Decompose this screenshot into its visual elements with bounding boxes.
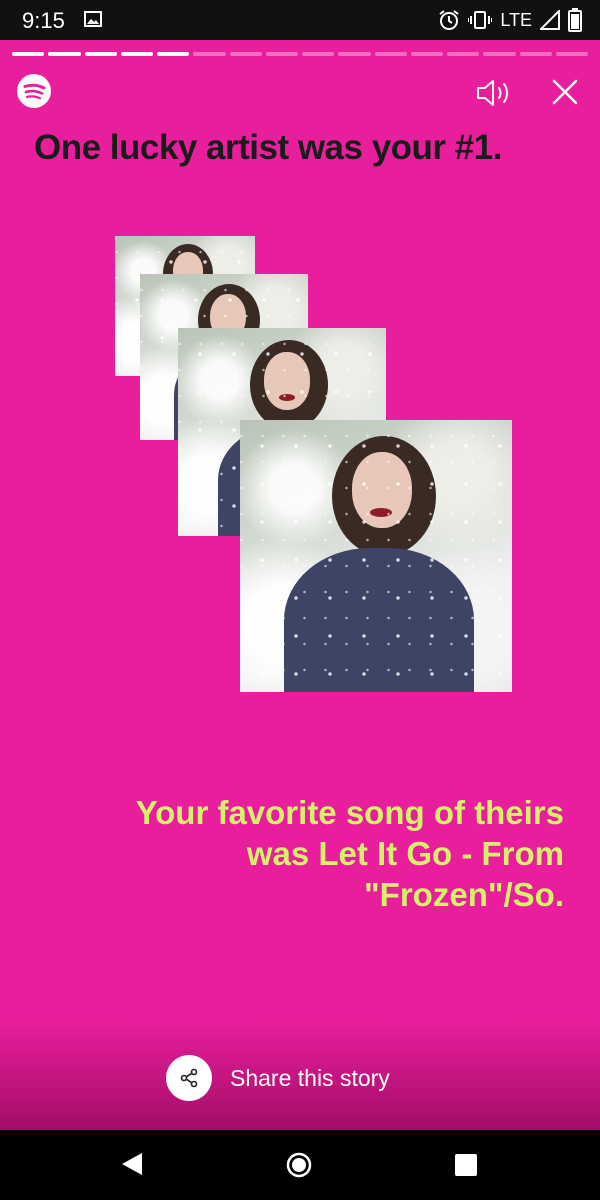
progress-segment: [265, 52, 298, 56]
progress-segment: [84, 52, 117, 56]
progress-segment: [229, 52, 262, 56]
story-progress-bar: [12, 52, 588, 56]
status-bar: 9:15 LTE: [0, 0, 600, 40]
progress-segment: [447, 52, 480, 56]
back-icon[interactable]: [120, 1151, 144, 1177]
alarm-icon: [439, 10, 459, 30]
progress-segment: [338, 52, 371, 56]
progress-segment: [193, 52, 226, 56]
screen: 9:15 LTE One lucky artist was your #1. Y…: [0, 0, 600, 1200]
favorite-song-text: Your favorite song of theirs was Let It …: [135, 794, 564, 913]
share-icon: [180, 1068, 198, 1088]
share-label[interactable]: Share this story: [230, 1065, 390, 1092]
progress-segment: [519, 52, 552, 56]
progress-segment: [157, 52, 190, 56]
close-icon[interactable]: [549, 76, 581, 108]
progress-segment: [483, 52, 516, 56]
progress-segment: [410, 52, 443, 56]
progress-segment: [12, 52, 45, 56]
story-headline: One lucky artist was your #1.: [34, 128, 502, 167]
share-story-button[interactable]: Share this story: [166, 1053, 390, 1103]
progress-segment: [48, 52, 81, 56]
image-notification-icon: [84, 11, 102, 27]
share-button-circle[interactable]: [166, 1055, 212, 1101]
vibrate-icon: [468, 11, 493, 29]
progress-segment: [302, 52, 335, 56]
artist-photo-main: [240, 420, 512, 692]
progress-segment: [120, 52, 153, 56]
recents-icon[interactable]: [455, 1154, 477, 1176]
battery-icon: [568, 8, 582, 32]
progress-segment: [555, 52, 588, 56]
speaker-icon[interactable]: [474, 76, 514, 110]
signal-icon: [540, 10, 560, 30]
progress-segment: [374, 52, 407, 56]
status-time: 9:15: [22, 8, 65, 33]
network-type: LTE: [500, 9, 532, 30]
home-icon[interactable]: [285, 1151, 313, 1179]
navigation-bar: [0, 1130, 600, 1200]
spotify-logo-icon: [17, 74, 51, 108]
status-icons: LTE: [438, 8, 582, 32]
story-card[interactable]: One lucky artist was your #1. Your favor…: [0, 40, 600, 1130]
